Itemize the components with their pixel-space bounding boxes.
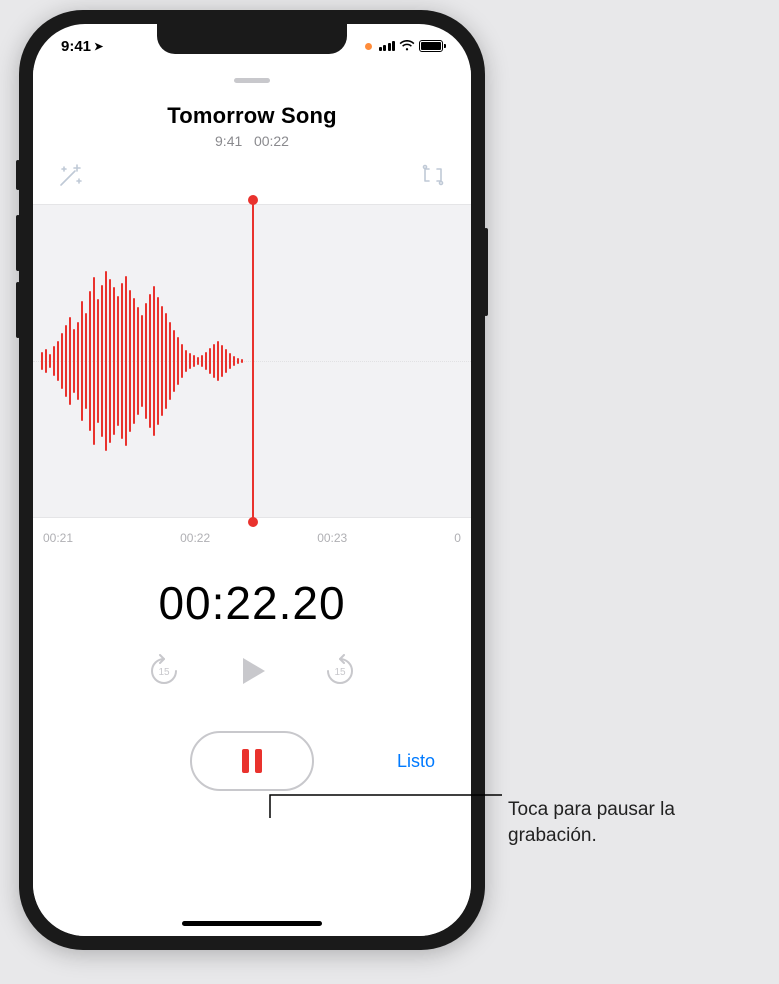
sheet-grabber[interactable] bbox=[234, 78, 270, 83]
enhance-icon[interactable] bbox=[57, 161, 85, 194]
volume-up-button[interactable] bbox=[16, 215, 20, 271]
location-icon: ➤ bbox=[94, 40, 103, 53]
status-time: 9:41 bbox=[61, 38, 91, 55]
play-button[interactable] bbox=[233, 652, 271, 695]
recording-sheet: Tomorrow Song 9:41 00:22 00:21 bbox=[33, 68, 471, 936]
recording-meta-duration: 00:22 bbox=[254, 133, 289, 149]
done-button[interactable]: Listo bbox=[397, 751, 435, 772]
battery-icon bbox=[419, 40, 443, 52]
notch bbox=[157, 24, 347, 54]
home-indicator[interactable] bbox=[182, 921, 322, 926]
volume-down-button[interactable] bbox=[16, 282, 20, 338]
skip-back-15-icon[interactable]: 15 bbox=[147, 654, 181, 693]
recording-meta-time: 9:41 bbox=[215, 133, 242, 149]
pause-icon bbox=[242, 749, 262, 773]
cellular-icon bbox=[379, 41, 396, 51]
recording-indicator-icon bbox=[365, 43, 372, 50]
trim-icon[interactable] bbox=[419, 161, 447, 194]
wifi-icon bbox=[399, 40, 415, 52]
phone-frame: 9:41 ➤ Tomorrow Song 9:41 00:22 bbox=[19, 10, 485, 950]
playhead[interactable] bbox=[252, 201, 254, 521]
tick-label: 00:21 bbox=[43, 531, 73, 545]
timeline-ticks: 00:21 00:22 00:23 0 bbox=[33, 531, 471, 545]
elapsed-timer: 00:22.20 bbox=[33, 576, 471, 630]
tick-label: 00:23 bbox=[317, 531, 347, 545]
recording-title[interactable]: Tomorrow Song bbox=[33, 103, 471, 129]
skip-forward-15-icon[interactable]: 15 bbox=[323, 654, 357, 693]
screen: 9:41 ➤ Tomorrow Song 9:41 00:22 bbox=[33, 24, 471, 936]
tick-label: 00:22 bbox=[180, 531, 210, 545]
tick-label: 0 bbox=[454, 531, 461, 545]
callout-text: Toca para pausar la grabación. bbox=[508, 797, 768, 848]
svg-text:15: 15 bbox=[334, 667, 346, 678]
svg-text:15: 15 bbox=[158, 667, 170, 678]
mute-switch[interactable] bbox=[16, 160, 20, 190]
pause-button[interactable] bbox=[190, 731, 314, 791]
recording-meta: 9:41 00:22 bbox=[33, 133, 471, 149]
waveform[interactable]: 00:21 00:22 00:23 0 bbox=[33, 204, 471, 518]
power-button[interactable] bbox=[484, 228, 488, 316]
